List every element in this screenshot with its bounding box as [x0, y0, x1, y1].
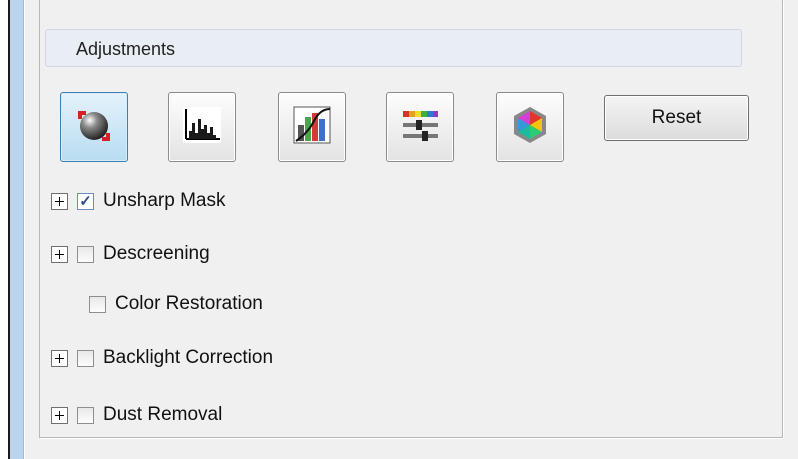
window-edge: [0, 0, 8, 459]
dust-removal-row: Dust Removal: [51, 402, 222, 428]
adjustments-panel: [25, 0, 798, 459]
color-restoration-checkbox[interactable]: [89, 295, 106, 313]
reset-button[interactable]: Reset: [604, 95, 749, 141]
color-sliders-icon: [398, 103, 442, 152]
tone-correction-button[interactable]: [278, 92, 346, 162]
color-palette-icon: [508, 103, 552, 152]
adjustments-title: Adjustments: [76, 39, 176, 59]
expand-icon[interactable]: [51, 245, 68, 263]
checkmark-icon: ✓: [79, 192, 92, 210]
auto-exposure-button[interactable]: [60, 92, 128, 162]
backlight-correction-row: Backlight Correction: [51, 345, 273, 371]
unsharp-mask-label[interactable]: Unsharp Mask: [103, 190, 226, 212]
expand-icon[interactable]: [51, 349, 68, 367]
window-frame: [10, 0, 24, 459]
color-palette-button[interactable]: [496, 92, 564, 162]
backlight-correction-label[interactable]: Backlight Correction: [103, 347, 273, 369]
unsharp-mask-checkbox[interactable]: ✓: [77, 192, 94, 210]
adjustments-header: Adjustments: [45, 29, 742, 67]
color-restoration-label[interactable]: Color Restoration: [115, 293, 263, 315]
color-restoration-row: Color Restoration: [89, 291, 263, 317]
auto-exposure-icon: [72, 103, 116, 152]
unsharp-mask-row: ✓ Unsharp Mask: [51, 188, 226, 214]
expand-icon[interactable]: [51, 192, 68, 210]
descreening-checkbox[interactable]: [77, 245, 94, 263]
backlight-correction-checkbox[interactable]: [77, 349, 94, 367]
histogram-icon: [180, 103, 224, 152]
histogram-button[interactable]: [168, 92, 236, 162]
descreening-row: Descreening: [51, 241, 210, 267]
dust-removal-label[interactable]: Dust Removal: [103, 404, 222, 426]
tone-curve-icon: [290, 103, 334, 152]
expand-icon[interactable]: [51, 406, 68, 424]
image-adjustment-button[interactable]: [386, 92, 454, 162]
descreening-label[interactable]: Descreening: [103, 243, 210, 265]
dust-removal-checkbox[interactable]: [77, 406, 94, 424]
